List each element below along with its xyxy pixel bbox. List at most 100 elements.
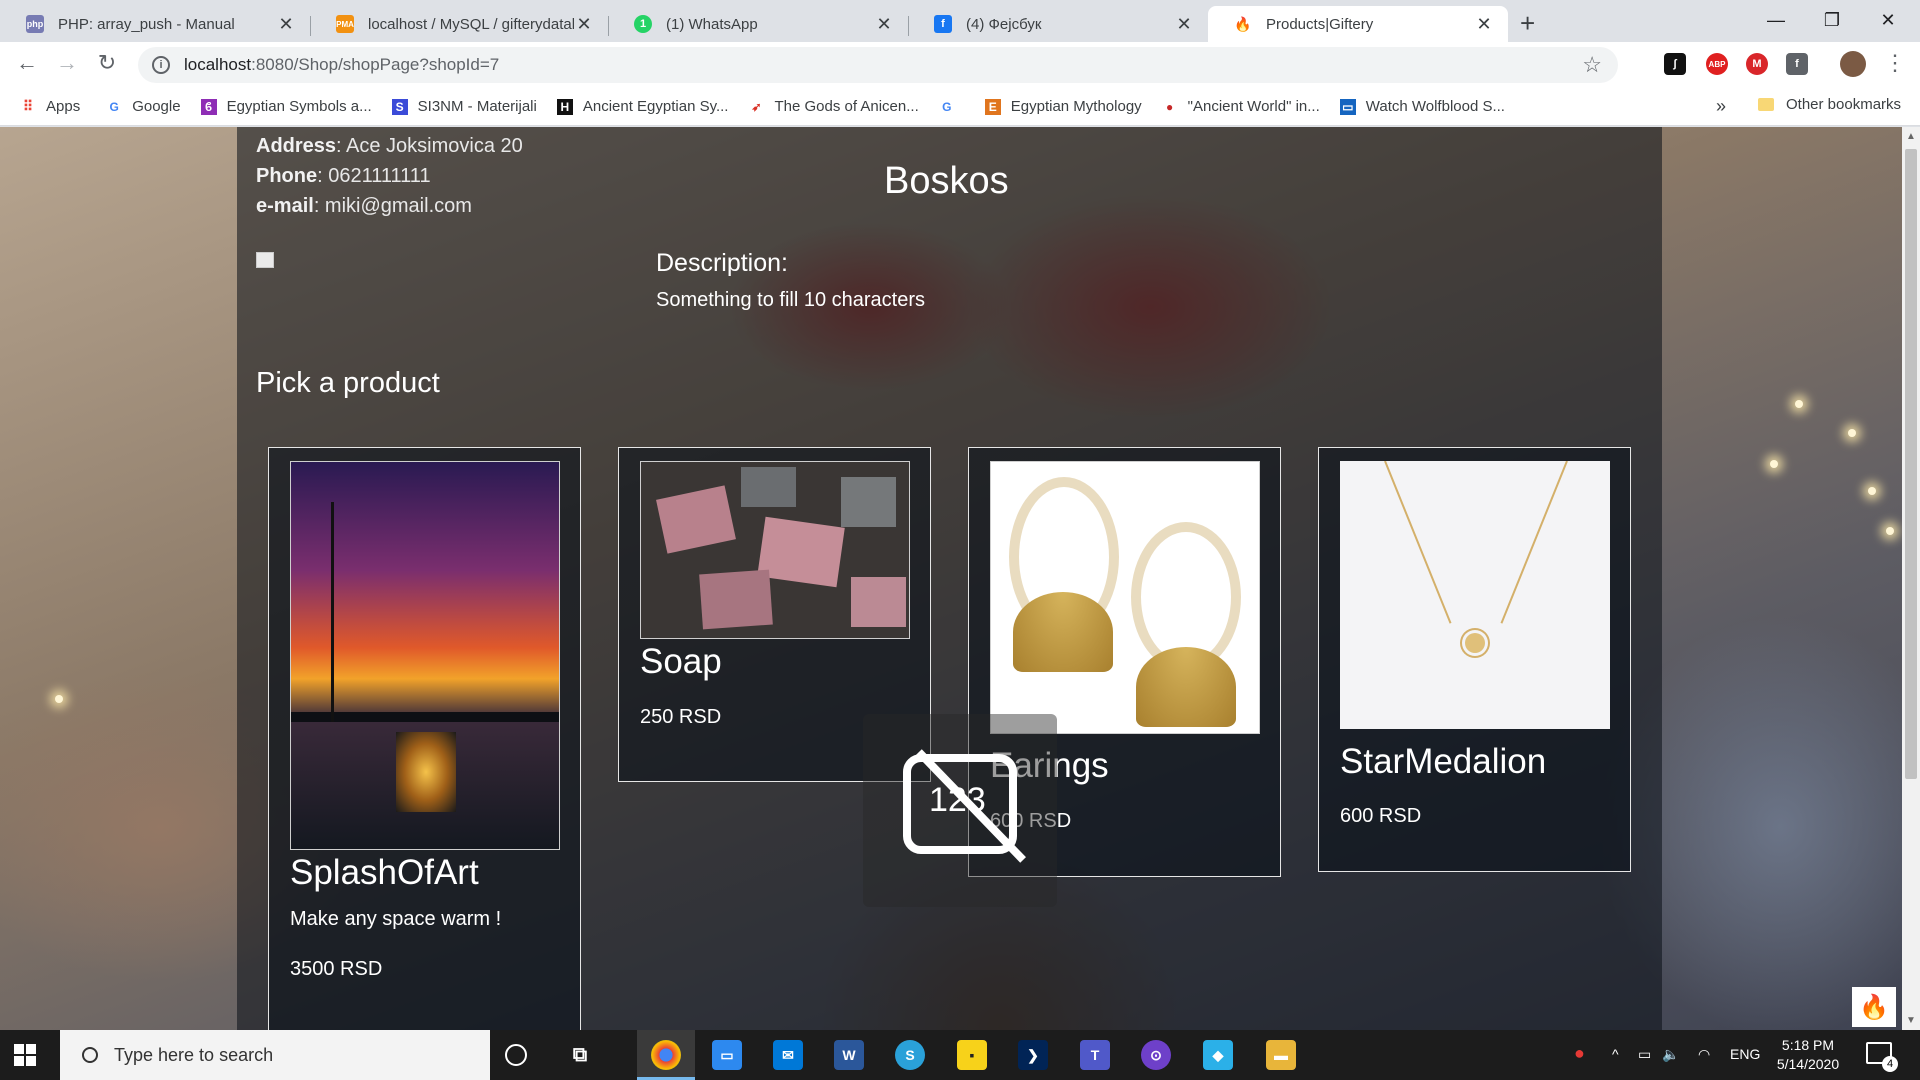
windows-taskbar: Type here to search ⧉ ▭ ✉ W S ▪ ❯ T ⊙ ◆ … (0, 1030, 1920, 1080)
close-icon[interactable]: ✕ (874, 14, 894, 35)
language-indicator[interactable]: ENG (1730, 1046, 1760, 1062)
bookmark-icon: E (984, 98, 1001, 115)
taskbar-search-input[interactable]: Type here to search (60, 1030, 490, 1080)
battery-icon[interactable]: ▭ (1638, 1046, 1651, 1063)
windows-start-button[interactable] (14, 1044, 36, 1066)
tab-phpmyadmin[interactable]: PMA localhost / MySQL / gifterydatab ✕ (310, 6, 608, 42)
bookmark-ancient-egyptian[interactable]: H Ancient Egyptian Sy... (556, 98, 728, 115)
skype-icon[interactable]: S (895, 1040, 925, 1070)
tab-facebook[interactable]: f (4) Фејсбук ✕ (908, 6, 1208, 42)
word-icon[interactable]: W (834, 1040, 864, 1070)
tab-whatsapp[interactable]: 1 (1) WhatsApp ✕ (608, 6, 908, 42)
wifi-icon[interactable]: ◠ (1698, 1046, 1710, 1063)
info-icon[interactable]: i (152, 56, 170, 74)
bookmark-icon: S (391, 98, 408, 115)
phpmyadmin-icon: PMA (336, 15, 354, 33)
volume-icon[interactable]: 🔈 (1662, 1046, 1679, 1063)
product-card-starmedalion[interactable]: StarMedalion 600 RSD (1318, 447, 1631, 872)
apps-icon: ⠿ (22, 98, 34, 114)
shop-email: e-mail: miki@gmail.com (256, 195, 472, 217)
scroll-down-arrow[interactable]: ▼ (1906, 1015, 1916, 1026)
teams-icon[interactable]: T (1080, 1040, 1110, 1070)
tab-strip: php PHP: array_push - Manual ✕ PMA local… (0, 0, 1920, 42)
security-tray-icon[interactable]: ● (1574, 1043, 1585, 1064)
bookmark-gods[interactable]: ➶ The Gods of Anicen... (748, 98, 918, 115)
close-window-button[interactable]: ✕ (1860, 4, 1916, 36)
bookmark-icon: ➶ (751, 99, 762, 114)
adblock-icon[interactable]: ABP (1706, 53, 1728, 75)
cortana-icon[interactable] (505, 1044, 527, 1066)
google-icon: G (942, 99, 952, 114)
browser-toolbar: ← → ↻ i localhost:8080/Shop/shopPage?sho… (0, 42, 1920, 88)
facebook-icon: f (934, 15, 952, 33)
other-bookmarks[interactable]: Other bookmarks (1758, 96, 1901, 113)
forward-button[interactable]: → (52, 50, 82, 76)
reload-button[interactable]: ↻ (92, 50, 122, 76)
bookmark-egyptian-symbols[interactable]: ϐ Egyptian Symbols a... (200, 98, 372, 115)
bookmark-icon: H (556, 98, 573, 115)
product-card-splashofart[interactable]: SplashOfArt Make any space warm ! 3500 R… (268, 447, 581, 1030)
address-bar[interactable]: i localhost:8080/Shop/shopPage?shopId=7 … (138, 47, 1618, 83)
product-subtitle: Make any space warm ! (290, 908, 502, 930)
bookmark-google-2[interactable]: G (939, 99, 965, 115)
shop-address: Address: Ace Joksimovica 20 (256, 135, 523, 157)
bookmark-icon: ϐ (200, 98, 217, 115)
page-background: Address: Ace Joksimovica 20 Phone: 06211… (0, 127, 1902, 1030)
mail-icon[interactable]: ✉ (773, 1040, 803, 1070)
avatar[interactable] (1840, 51, 1866, 77)
bookmark-egyptian-mythology[interactable]: E Egyptian Mythology (984, 98, 1142, 115)
tab-php-manual[interactable]: php PHP: array_push - Manual ✕ (0, 6, 310, 42)
chrome-icon[interactable] (651, 1040, 681, 1070)
remote-desktop-icon[interactable]: ▭ (712, 1040, 742, 1070)
product-image[interactable] (290, 461, 560, 850)
3d-app-icon[interactable]: ◆ (1203, 1040, 1233, 1070)
minimize-button[interactable]: — (1748, 4, 1804, 36)
new-tab-button[interactable]: + (1520, 8, 1535, 39)
product-image[interactable] (990, 461, 1260, 734)
task-view-icon[interactable]: ⧉ (565, 1040, 595, 1070)
back-button[interactable]: ← (12, 50, 42, 76)
product-price: 250 RSD (640, 706, 722, 728)
bookmark-wolfblood[interactable]: ▭ Watch Wolfblood S... (1339, 98, 1505, 115)
search-icon (82, 1047, 98, 1063)
scroll-up-arrow[interactable]: ▲ (1906, 131, 1916, 142)
bookmarks-more-button[interactable]: » (1716, 96, 1726, 117)
flame-icon: 🔥 (1234, 15, 1252, 32)
bookmark-icon: ▭ (1339, 98, 1356, 115)
star-icon[interactable]: ☆ (1582, 52, 1602, 78)
bookmark-icon: ● (1166, 99, 1174, 114)
facebook-ext-icon[interactable]: f (1786, 53, 1808, 75)
bookmark-google[interactable]: G Google (106, 98, 181, 115)
product-price: 600 RSD (1340, 805, 1422, 827)
shop-name: Boskos (884, 160, 1009, 202)
flame-icon[interactable]: 🔥 (1852, 987, 1896, 1027)
maximize-button[interactable]: ❐ (1804, 4, 1860, 36)
pick-product-heading: Pick a product (256, 367, 440, 399)
product-name[interactable]: StarMedalion (1340, 742, 1546, 782)
bookmark-si3nm[interactable]: S SI3NM - Materijali (391, 98, 537, 115)
tab-products-giftery[interactable]: 🔥 Products|Giftery ✕ (1208, 6, 1508, 42)
powershell-icon[interactable]: ❯ (1018, 1040, 1048, 1070)
product-image[interactable] (1340, 461, 1610, 729)
github-icon[interactable]: ⊙ (1141, 1040, 1171, 1070)
close-icon[interactable]: ✕ (574, 14, 594, 35)
extension-icon[interactable]: ʃ (1664, 53, 1686, 75)
bookmark-apps[interactable]: ⠿ Apps (20, 98, 80, 115)
close-icon[interactable]: ✕ (1474, 14, 1494, 35)
close-icon[interactable]: ✕ (276, 14, 296, 35)
whatsapp-icon: 1 (634, 15, 652, 33)
product-name[interactable]: Soap (640, 642, 722, 682)
page-scrollbar[interactable]: ▲ ▼ (1902, 127, 1920, 1030)
bookmark-ancient-world[interactable]: ● "Ancient World" in... (1162, 98, 1320, 115)
close-icon[interactable]: ✕ (1174, 14, 1194, 35)
sticky-notes-icon[interactable]: ▪ (957, 1040, 987, 1070)
file-explorer-icon[interactable]: ▬ (1266, 1040, 1296, 1070)
chevron-up-icon[interactable]: ^ (1612, 1046, 1619, 1062)
shop-contact-info: Address: Ace Joksimovica 20 Phone: 06211… (256, 131, 523, 221)
taskbar-clock[interactable]: 5:18 PM 5/14/2020 (1768, 1036, 1848, 1074)
product-name[interactable]: SplashOfArt (290, 853, 479, 893)
product-image[interactable] (640, 461, 910, 639)
mega-icon[interactable]: M (1746, 53, 1768, 75)
menu-icon[interactable]: ⋮ (1880, 50, 1910, 76)
scroll-thumb[interactable] (1905, 149, 1917, 779)
